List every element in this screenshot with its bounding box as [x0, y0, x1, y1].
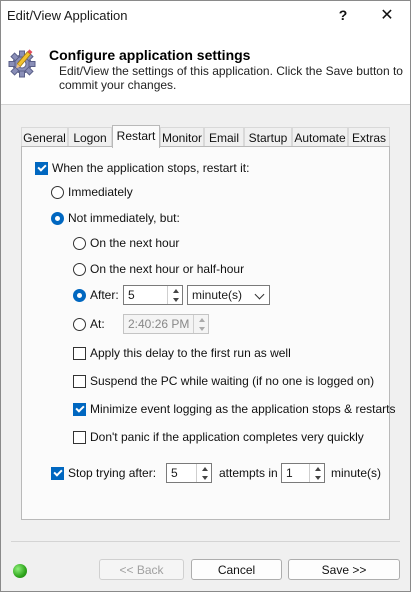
minutes-stepper[interactable]: 1 — [281, 463, 325, 483]
tab-logon[interactable]: Logon — [68, 127, 112, 147]
suspend-pc-label: Suspend the PC while waiting (if no one … — [90, 374, 375, 388]
dialog-window: Edit/View Application ? ✕ Configure appl… — [0, 0, 411, 592]
not-immediately-radio[interactable] — [51, 211, 64, 225]
footer-divider — [11, 541, 400, 542]
restart-when-stops-checkbox[interactable] — [35, 161, 48, 175]
dont-panic-label: Don't panic if the application completes… — [90, 430, 364, 444]
close-button[interactable]: ✕ — [365, 1, 409, 29]
at-option[interactable]: At: — [73, 316, 105, 332]
arrow-up-icon — [172, 288, 179, 293]
at-time-value: 2:40:26 PM — [128, 317, 190, 331]
arrow-up-icon — [198, 317, 205, 322]
save-button[interactable]: Save >> — [288, 559, 400, 580]
chevron-down-icon — [254, 289, 265, 300]
after-unit-dropdown[interactable]: minute(s) — [187, 285, 270, 305]
after-label: After: — [90, 288, 119, 302]
back-button[interactable]: << Back — [99, 559, 184, 580]
title-bar: Edit/View Application ? ✕ — [1, 1, 410, 29]
after-radio[interactable] — [73, 288, 86, 302]
cancel-button[interactable]: Cancel — [191, 559, 282, 580]
header-banner: Configure application settings Edit/View… — [1, 29, 410, 105]
settings-gear-icon — [8, 49, 36, 78]
tab-extras[interactable]: Extras — [348, 127, 390, 147]
tab-startup[interactable]: Startup — [244, 127, 292, 147]
tab-strip: General Logon Restart Monitor Email Star… — [21, 125, 390, 148]
minutes-decrement-button[interactable] — [310, 473, 325, 482]
minimize-logging-label: Minimize event logging as the applicatio… — [90, 402, 396, 416]
attempts-in-label: attempts in — [219, 466, 278, 480]
status-indicator-icon — [13, 564, 27, 578]
next-hour-label: On the next hour — [90, 236, 180, 250]
apply-delay-first-run-checkbox[interactable] — [73, 346, 86, 360]
next-half-hour-radio[interactable] — [73, 262, 86, 276]
at-label: At: — [90, 317, 105, 331]
suspend-pc-option[interactable]: Suspend the PC while waiting (if no one … — [73, 373, 374, 389]
arrow-down-icon — [198, 326, 205, 331]
tab-restart[interactable]: Restart — [112, 125, 160, 148]
stop-trying-checkbox[interactable] — [51, 466, 64, 480]
attempts-stepper[interactable]: 5 — [166, 463, 212, 483]
attempts-value: 5 — [171, 466, 178, 480]
immediately-radio[interactable] — [51, 185, 64, 199]
after-value: 5 — [128, 288, 135, 302]
stop-trying-option[interactable]: Stop trying after: — [51, 465, 156, 481]
at-radio[interactable] — [73, 317, 86, 331]
arrow-up-icon — [314, 466, 321, 471]
not-immediately-label: Not immediately, but: — [68, 211, 180, 225]
help-button[interactable]: ? — [321, 1, 365, 29]
restart-when-stops-label: When the application stops, restart it: — [52, 161, 250, 175]
suspend-pc-checkbox[interactable] — [73, 374, 86, 388]
immediately-label: Immediately — [68, 185, 133, 199]
immediately-option[interactable]: Immediately — [51, 184, 133, 200]
next-half-hour-label: On the next hour or half-hour — [90, 262, 245, 276]
at-increment-button[interactable] — [194, 315, 209, 324]
next-hour-radio[interactable] — [73, 236, 86, 250]
tab-monitor[interactable]: Monitor — [160, 127, 204, 147]
apply-delay-first-run-label: Apply this delay to the first run as wel… — [90, 346, 291, 360]
minutes-text: minute(s) — [331, 465, 381, 481]
dont-panic-checkbox[interactable] — [73, 430, 86, 444]
tab-automate[interactable]: Automate — [292, 127, 348, 147]
arrow-down-icon — [314, 475, 321, 480]
minutes-label: minute(s) — [331, 466, 382, 480]
not-immediately-option[interactable]: Not immediately, but: — [51, 210, 180, 226]
window-title: Edit/View Application — [7, 8, 128, 23]
arrow-down-icon — [172, 297, 179, 302]
next-hour-option[interactable]: On the next hour — [73, 235, 179, 251]
minutes-value: 1 — [286, 466, 293, 480]
restart-when-stops-option[interactable]: When the application stops, restart it: — [35, 160, 249, 176]
at-decrement-button[interactable] — [194, 324, 209, 333]
after-unit-value: minute(s) — [192, 288, 243, 302]
header-title: Configure application settings — [49, 47, 251, 63]
tab-general[interactable]: General — [21, 127, 68, 147]
after-decrement-button[interactable] — [168, 295, 183, 304]
attempts-decrement-button[interactable] — [197, 473, 212, 482]
arrow-down-icon — [201, 475, 208, 480]
at-time-picker[interactable]: 2:40:26 PM — [123, 314, 209, 334]
attempts-in-text: attempts in — [219, 465, 278, 481]
apply-delay-first-run-option[interactable]: Apply this delay to the first run as wel… — [73, 345, 291, 361]
header-subtitle: Edit/View the settings of this applicati… — [59, 64, 403, 92]
after-option[interactable]: After: — [73, 287, 119, 303]
tab-email[interactable]: Email — [204, 127, 244, 147]
next-half-hour-option[interactable]: On the next hour or half-hour — [73, 261, 244, 277]
minimize-logging-checkbox[interactable] — [73, 402, 86, 416]
after-increment-button[interactable] — [168, 286, 183, 295]
minutes-increment-button[interactable] — [310, 464, 325, 473]
arrow-up-icon — [201, 466, 208, 471]
dont-panic-option[interactable]: Don't panic if the application completes… — [73, 429, 364, 445]
attempts-increment-button[interactable] — [197, 464, 212, 473]
minimize-logging-option[interactable]: Minimize event logging as the applicatio… — [73, 401, 396, 417]
after-value-stepper[interactable]: 5 — [123, 285, 183, 305]
stop-trying-label: Stop trying after: — [68, 466, 157, 480]
